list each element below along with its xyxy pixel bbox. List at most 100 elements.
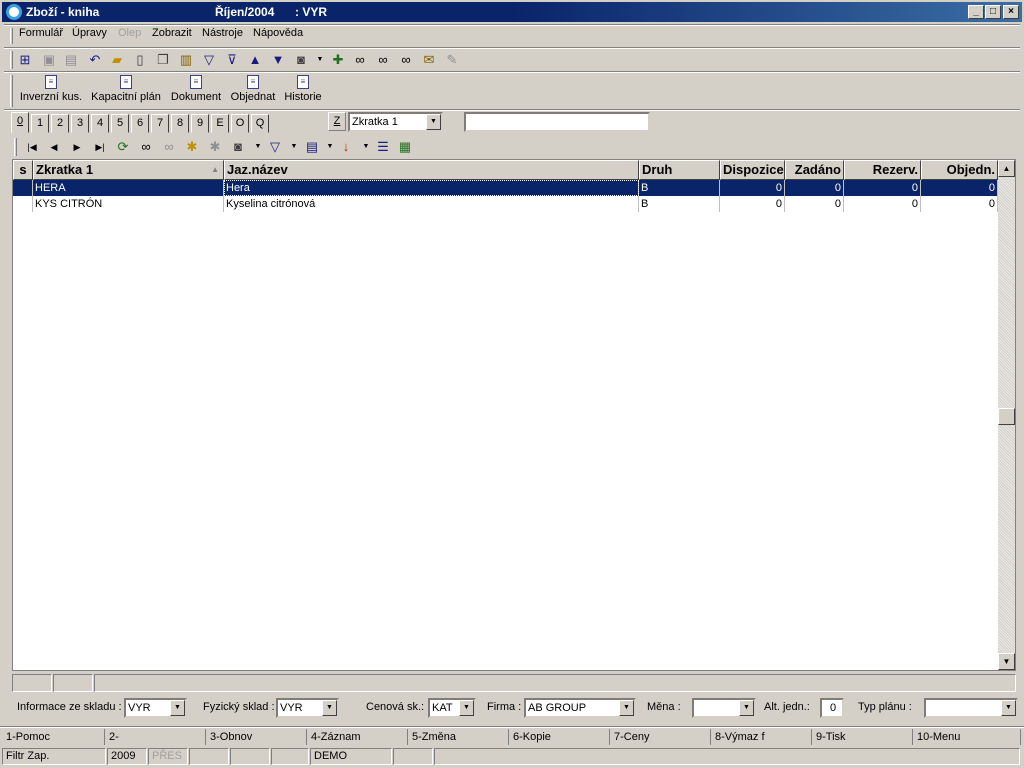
nav-grip[interactable] <box>14 138 17 156</box>
menu-zobrazit[interactable]: Zobrazit <box>152 27 192 39</box>
save-as-icon[interactable]: ▤ <box>62 51 80 69</box>
tab-3[interactable]: 3 <box>71 114 89 133</box>
scroll-up-icon[interactable]: ▲ <box>998 160 1015 177</box>
fkey-1[interactable]: 1-Pomoc <box>2 729 105 745</box>
toolbar-grip[interactable] <box>10 51 13 69</box>
fkey-3[interactable]: 3-Obnov <box>206 729 307 745</box>
chevron-down-icon[interactable]: ▼ <box>1001 700 1016 716</box>
prev-record-icon[interactable]: ◀ <box>45 138 63 156</box>
maximize-button[interactable]: □ <box>985 5 1001 19</box>
arrow-down-icon[interactable]: ▼ <box>269 51 287 69</box>
sort-z-button[interactable]: Z <box>328 112 346 131</box>
tab-o[interactable]: O <box>231 114 249 133</box>
save-icon[interactable]: ▣ <box>40 51 58 69</box>
binoculars-arrow-icon[interactable]: ✚ <box>329 51 347 69</box>
menu-formular[interactable]: Formulář <box>19 27 63 39</box>
binoculars-icon[interactable]: ∞ <box>351 51 369 69</box>
dropdown-arrow-icon[interactable]: ▼ <box>357 138 375 156</box>
arrow-up-icon[interactable]: ▲ <box>246 51 264 69</box>
chevron-down-icon[interactable]: ▼ <box>739 700 754 716</box>
first-record-icon[interactable]: |◀ <box>23 138 41 156</box>
menu-napoveda[interactable]: Nápověda <box>253 27 303 39</box>
table-row[interactable]: HERA Hera B 0 0 0 0 <box>13 180 998 196</box>
chevron-down-icon[interactable]: ▼ <box>459 700 474 716</box>
objednat-button[interactable]: ≡ Objednat <box>229 75 277 103</box>
camera-icon[interactable]: ◙ <box>292 51 310 69</box>
cell-nazev[interactable]: Hera <box>224 180 639 196</box>
mail-icon[interactable]: ✉ <box>420 51 438 69</box>
menu-nastroje[interactable]: Nástroje <box>202 27 243 39</box>
binoculars-replace-icon[interactable]: ∞ <box>397 51 415 69</box>
table-row[interactable]: KYS CITRÓN Kyselina citrónová B 0 0 0 0 <box>13 196 998 212</box>
open-folder-icon[interactable]: ▰ <box>108 51 126 69</box>
filter-remove-icon[interactable]: ⊽ <box>223 51 241 69</box>
close-button[interactable]: × <box>1003 5 1019 19</box>
col-header-s[interactable]: s <box>13 160 33 180</box>
menu-grip[interactable] <box>10 28 13 44</box>
info-sklad-select[interactable]: VYR ▼ <box>124 698 187 718</box>
historie-button[interactable]: ≡ Historie <box>283 75 323 103</box>
last-record-icon[interactable]: ▶| <box>91 138 109 156</box>
tab-4[interactable]: 4 <box>91 114 109 133</box>
fkey-2[interactable]: 2- <box>105 729 206 745</box>
firma-select[interactable]: AB GROUP ▼ <box>524 698 636 718</box>
fyz-sklad-select[interactable]: VYR ▼ <box>276 698 339 718</box>
tab-1[interactable]: 1 <box>31 114 49 133</box>
typ-planu-select[interactable]: ▼ <box>924 698 1018 718</box>
search-input[interactable] <box>464 112 650 132</box>
cenova-select[interactable]: KAT ▼ <box>428 698 476 718</box>
scroll-down-icon[interactable]: ▼ <box>998 653 1015 670</box>
col-header-objedn[interactable]: Objedn. <box>921 160 998 180</box>
excel-icon[interactable]: ▦ <box>396 138 414 156</box>
col-header-zadano[interactable]: Zadáno <box>785 160 844 180</box>
filter-icon[interactable]: ▽ <box>200 51 218 69</box>
find-icon[interactable]: ∞ <box>137 138 155 156</box>
fkey-6[interactable]: 6-Kopie <box>509 729 610 745</box>
vertical-scrollbar[interactable]: ▲ ▼ <box>998 160 1015 670</box>
tab-0[interactable]: 0 <box>11 112 29 133</box>
binoculars-next-icon[interactable]: ∞ <box>374 51 392 69</box>
minimize-button[interactable]: _ <box>968 5 984 19</box>
menu-upravy[interactable]: Úpravy <box>72 27 107 39</box>
col-header-druh[interactable]: Druh <box>639 160 720 180</box>
tab-6[interactable]: 6 <box>131 114 149 133</box>
tab-5[interactable]: 5 <box>111 114 129 133</box>
mena-select[interactable]: ▼ <box>692 698 756 718</box>
sort-field-select[interactable]: Zkratka 1 ▼ <box>348 112 443 132</box>
scroll-thumb[interactable] <box>998 408 1015 425</box>
col-header-jaz-nazev[interactable]: Jaz.název <box>224 160 639 180</box>
fkey-7[interactable]: 7-Ceny <box>610 729 711 745</box>
dokument-button[interactable]: ≡ Dokument <box>169 75 223 103</box>
list-icon[interactable]: ☰ <box>374 138 392 156</box>
undo-icon[interactable]: ↶ <box>86 51 104 69</box>
tab-2[interactable]: 2 <box>51 114 69 133</box>
col-header-dispozice[interactable]: Dispozice <box>720 160 785 180</box>
new-document-icon[interactable]: ▯ <box>131 51 149 69</box>
fkey-9[interactable]: 9-Tisk <box>812 729 913 745</box>
chevron-down-icon[interactable]: ▼ <box>322 700 337 716</box>
col-header-zkratka[interactable]: Zkratka 1 ▲ <box>33 160 224 180</box>
dropdown-arrow-icon[interactable]: ▼ <box>311 51 329 69</box>
camera2-icon[interactable]: ◙ <box>229 138 247 156</box>
chevron-down-icon[interactable]: ▼ <box>619 700 634 716</box>
chevron-down-icon[interactable]: ▼ <box>170 700 185 716</box>
fkey-5[interactable]: 5-Změna <box>408 729 509 745</box>
dropdown-arrow-icon[interactable]: ▼ <box>285 138 303 156</box>
refresh-icon[interactable]: ⟳ <box>114 138 132 156</box>
copy-icon[interactable]: ❐ <box>154 51 172 69</box>
book-icon[interactable]: ▥ <box>177 51 195 69</box>
tree-icon[interactable]: ⊞ <box>16 51 34 69</box>
next-record-icon[interactable]: ▶ <box>68 138 86 156</box>
kapacitni-plan-button[interactable]: ≡ Kapacitní plán <box>90 75 162 103</box>
col-header-rezerv[interactable]: Rezerv. <box>844 160 921 180</box>
inverzni-kus-button[interactable]: ≡ Inverzní kus. <box>19 75 83 103</box>
sort-az-icon[interactable]: ↓ <box>337 138 355 156</box>
tab-9[interactable]: 9 <box>191 114 209 133</box>
fkey-4[interactable]: 4-Záznam <box>307 729 408 745</box>
tab-q[interactable]: Q <box>251 114 269 133</box>
tab-e[interactable]: E <box>211 114 229 133</box>
toolbar2-grip[interactable] <box>10 75 13 107</box>
tab-7[interactable]: 7 <box>151 114 169 133</box>
fkey-8[interactable]: 8-Výmaz f <box>711 729 812 745</box>
dropdown-arrow-icon[interactable]: ▼ <box>249 138 267 156</box>
